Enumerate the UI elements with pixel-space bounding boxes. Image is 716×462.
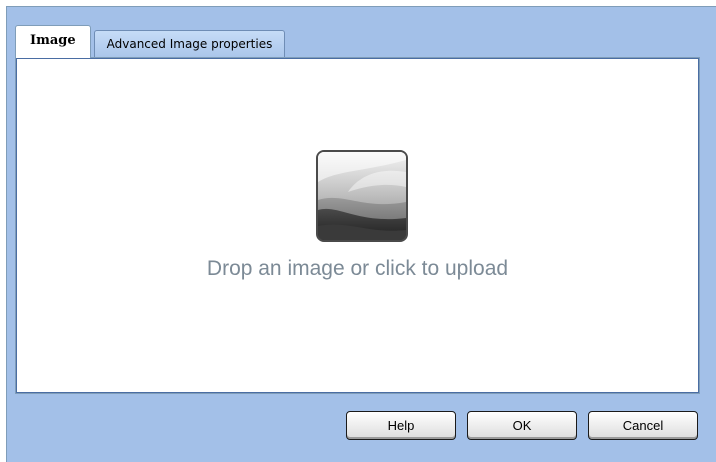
dialog-button-row: Help OK Cancel [335,411,698,440]
image-drop-zone[interactable]: Drop an image or click to upload [16,58,699,393]
ok-button[interactable]: OK [467,411,577,440]
tab-strip: Image Advanced Image properties [15,22,288,58]
tab-advanced-image-properties[interactable]: Advanced Image properties [93,30,286,58]
help-button[interactable]: Help [346,411,456,440]
image-placeholder-icon[interactable] [316,150,408,242]
cancel-button[interactable]: Cancel [588,411,698,440]
drop-upload-text: Drop an image or click to upload [206,257,509,280]
tab-panel-image: Drop an image or click to upload [15,57,700,394]
tab-image[interactable]: Image [15,25,91,58]
